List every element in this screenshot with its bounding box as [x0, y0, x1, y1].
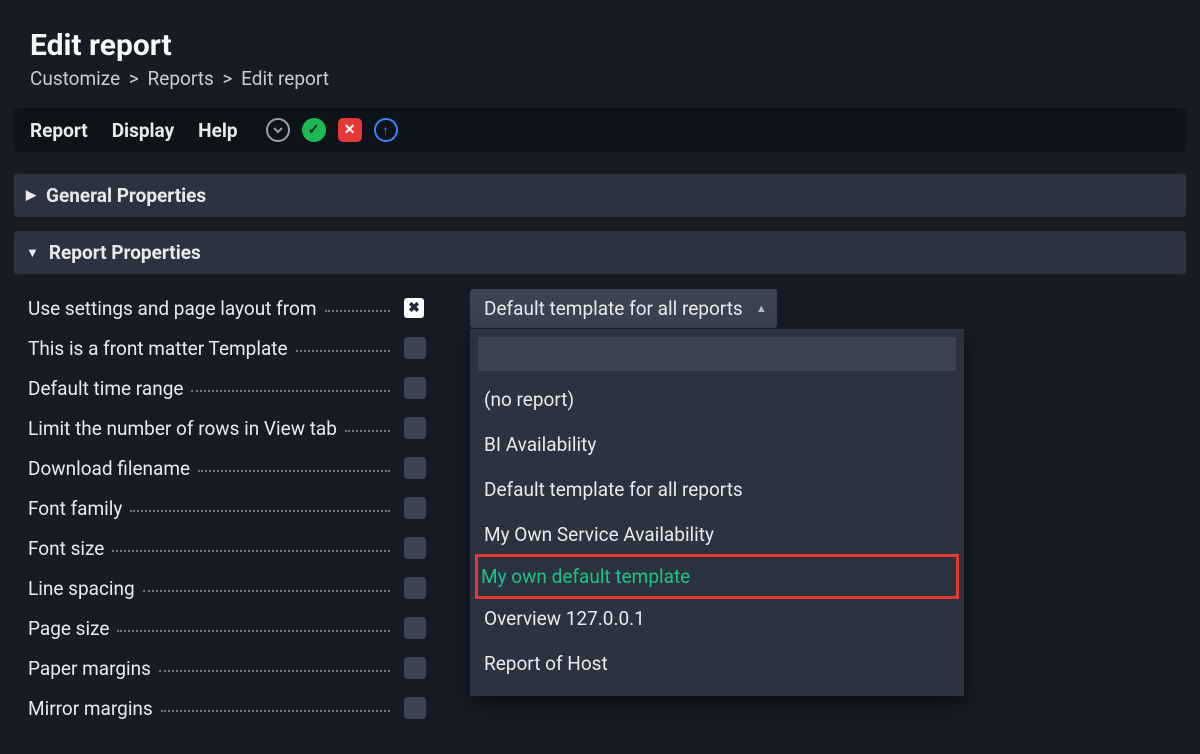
panel-report-header[interactable]: ▼ Report Properties	[14, 231, 1186, 274]
menu-report[interactable]: Report	[30, 119, 88, 142]
panel-general-title: General Properties	[46, 184, 206, 207]
form-label: Default time range	[28, 377, 183, 400]
form-label: This is a front matter Template	[28, 337, 288, 360]
form-label: Font family	[28, 497, 122, 520]
checkbox[interactable]	[404, 497, 426, 519]
dropdown-panel: (no report) BI Availability Default temp…	[470, 329, 964, 696]
dotted-leader	[198, 470, 390, 472]
dotted-leader	[191, 390, 390, 392]
checkbox[interactable]	[404, 337, 426, 359]
form-label: Font size	[28, 537, 104, 560]
checkbox[interactable]	[404, 697, 426, 719]
form-label: Page size	[28, 617, 109, 640]
checkbox[interactable]	[404, 377, 426, 399]
checkbox[interactable]	[404, 457, 426, 479]
x-square-icon[interactable]: ✕	[338, 118, 362, 142]
form-label: Use settings and page layout from	[28, 297, 317, 320]
dropdown-selected-label: Default template for all reports	[484, 297, 743, 320]
form-label: Paper margins	[28, 657, 151, 680]
dotted-leader	[296, 350, 390, 352]
dropdown-option[interactable]: Default template for all reports	[478, 467, 956, 512]
checkbox[interactable]	[404, 577, 426, 599]
template-dropdown[interactable]: Default template for all reports ▲	[470, 289, 777, 328]
menu-help[interactable]: Help	[198, 119, 237, 142]
dropdown-option[interactable]: My Own Service Availability	[478, 512, 956, 557]
dotted-leader	[345, 430, 390, 432]
form-label: Mirror margins	[28, 697, 153, 720]
clear-button[interactable]: ✖	[404, 298, 424, 318]
dotted-leader	[161, 710, 390, 712]
breadcrumb-item: Edit report	[241, 67, 329, 90]
checkbox[interactable]	[404, 417, 426, 439]
dotted-leader	[117, 630, 390, 632]
check-circle-icon[interactable]: ✓	[302, 118, 326, 142]
menubar-actions: ✓ ✕ ↑	[266, 118, 398, 142]
panel-general: ▶ General Properties	[14, 174, 1186, 217]
breadcrumb-sep: >	[129, 67, 139, 90]
breadcrumb-item[interactable]: Customize	[30, 67, 120, 90]
breadcrumb-item[interactable]: Reports	[148, 67, 214, 90]
dotted-leader	[130, 510, 390, 512]
panel-report-body: Use settings and page layout from ✖ Defa…	[14, 274, 1186, 728]
form-label: Limit the number of rows in View tab	[28, 417, 337, 440]
menu-display[interactable]: Display	[112, 119, 174, 142]
caret-up-icon: ▲	[756, 302, 767, 315]
dotted-leader	[325, 310, 390, 312]
panel-report-title: Report Properties	[49, 241, 201, 264]
chevron-down-circle-icon[interactable]	[266, 118, 290, 142]
dotted-leader	[159, 670, 390, 672]
checkbox[interactable]	[404, 617, 426, 639]
breadcrumb-sep: >	[222, 67, 232, 90]
dotted-leader	[143, 590, 390, 592]
dropdown-option[interactable]: (no report)	[478, 377, 956, 422]
breadcrumb: Customize > Reports > Edit report	[0, 67, 1200, 108]
triangle-right-icon: ▶	[26, 188, 36, 203]
checkbox[interactable]	[404, 657, 426, 679]
checkbox[interactable]	[404, 537, 426, 559]
triangle-down-icon: ▼	[26, 245, 39, 261]
form-label: Download filename	[28, 457, 190, 480]
panel-report: ▼ Report Properties Use settings and pag…	[14, 231, 1186, 728]
dropdown-option[interactable]: BI Availability	[478, 422, 956, 467]
dotted-leader	[112, 550, 390, 552]
menubar: Report Display Help ✓ ✕ ↑	[14, 108, 1186, 152]
arrow-up-circle-icon[interactable]: ↑	[374, 118, 398, 142]
dropdown-option[interactable]: Overview 127.0.0.1	[478, 596, 956, 641]
dropdown-option-highlighted[interactable]: My own default template	[475, 554, 959, 599]
dropdown-option[interactable]: Report of Host	[478, 641, 956, 686]
dropdown-search-input[interactable]	[478, 337, 956, 371]
page-title: Edit report	[0, 0, 1200, 67]
panel-general-header[interactable]: ▶ General Properties	[14, 174, 1186, 217]
form-label: Line spacing	[28, 577, 135, 600]
row-template-source: Use settings and page layout from ✖ Defa…	[28, 288, 1186, 328]
